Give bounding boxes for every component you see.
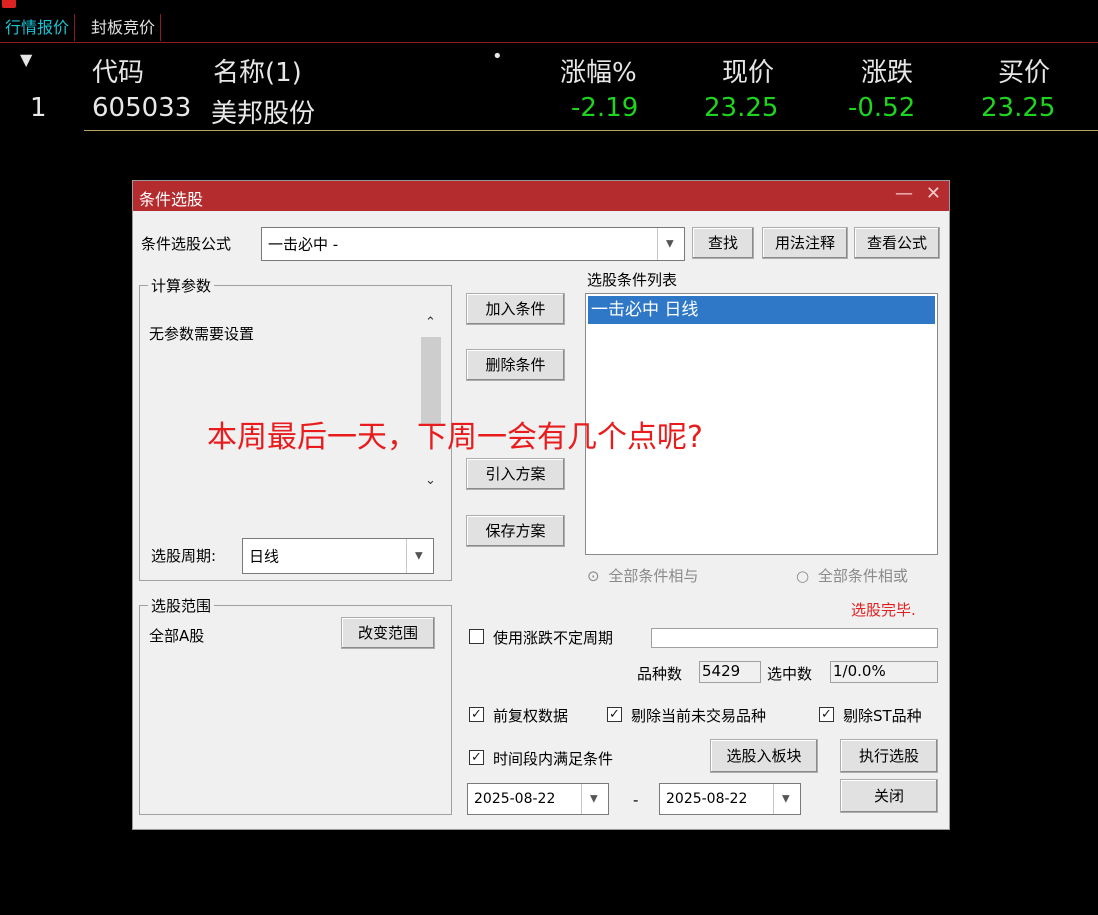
- col-header-change[interactable]: 涨跌: [861, 52, 913, 89]
- chevron-down-icon[interactable]: ▼: [406, 539, 433, 573]
- radio-all-or[interactable]: ○ 全部条件相或: [796, 565, 908, 586]
- radio-all-and[interactable]: ⊙ 全部条件相与: [587, 565, 698, 586]
- status-text: 选股完毕.: [851, 601, 916, 619]
- scroll-down-icon[interactable]: ⌄: [425, 473, 436, 488]
- find-button[interactable]: 查找: [692, 227, 754, 259]
- radio-all-or-label: 全部条件相或: [817, 567, 908, 585]
- variable-period-checkbox[interactable]: [469, 629, 484, 644]
- scope-group-title: 选股范围: [148, 595, 215, 616]
- delete-condition-button[interactable]: 删除条件: [466, 349, 565, 381]
- exclude-st-label: 剔除ST品种: [843, 707, 922, 725]
- dialog-title-bar[interactable]: 条件选股 — ✕: [133, 181, 949, 211]
- selected-count-label: 选中数: [767, 665, 813, 683]
- usage-notes-button[interactable]: 用法注释: [762, 227, 848, 259]
- col-header-bid[interactable]: 买价: [998, 52, 1050, 89]
- params-text: 无参数需要设置: [149, 325, 255, 343]
- variety-count: 5429: [699, 661, 761, 683]
- period-label: 选股周期:: [151, 547, 217, 565]
- change-scope-button[interactable]: 改变范围: [341, 617, 435, 649]
- time-range-label: 时间段内满足条件: [493, 750, 614, 768]
- row-change: -0.52: [848, 93, 916, 123]
- date-to-value: 2025-08-22: [666, 791, 748, 807]
- formula-value: 一击必中 -: [268, 235, 339, 254]
- conditions-list-label: 选股条件列表: [587, 271, 678, 289]
- chevron-down-icon[interactable]: ▼: [581, 784, 608, 814]
- tab-quotes[interactable]: 行情报价: [0, 14, 76, 41]
- add-to-block-button[interactable]: 选股入板块: [710, 739, 818, 773]
- period-value: 日线: [249, 547, 280, 566]
- variable-period-input[interactable]: [651, 628, 938, 648]
- app-logo-icon: [2, 0, 16, 8]
- chevron-down-icon[interactable]: ▼: [657, 228, 684, 260]
- close-button[interactable]: 关闭: [840, 779, 938, 813]
- pre-adjusted-label: 前复权数据: [493, 707, 569, 725]
- save-plan-button[interactable]: 保存方案: [466, 515, 565, 547]
- scroll-up-icon[interactable]: ⌃: [425, 315, 436, 330]
- radio-checked-icon[interactable]: ⊙: [587, 567, 600, 585]
- exclude-non-trading-label: 剔除当前未交易品种: [631, 707, 767, 725]
- date-from-value: 2025-08-22: [474, 791, 556, 807]
- sort-down-icon[interactable]: ▼: [20, 50, 32, 69]
- params-group-title: 计算参数: [148, 275, 215, 296]
- condition-item-selected[interactable]: 一击必中 日线: [588, 296, 935, 324]
- params-scrollbar[interactable]: ⌃ ⌄: [420, 311, 442, 497]
- row-bid: 23.25: [981, 93, 1056, 123]
- row-change-pct: -2.19: [571, 93, 639, 123]
- col-header-dot: •: [492, 46, 503, 67]
- exclude-non-trading-checkbox[interactable]: ✓: [607, 707, 622, 722]
- row-name[interactable]: 美邦股份: [211, 93, 315, 130]
- minimize-icon[interactable]: —: [895, 183, 913, 204]
- formula-select[interactable]: 一击必中 - ▼: [261, 227, 685, 261]
- formula-label: 条件选股公式: [141, 235, 232, 253]
- radio-all-and-label: 全部条件相与: [608, 567, 699, 585]
- condition-stock-picker-dialog: 条件选股 — ✕ 条件选股公式 一击必中 - ▼ 查找 用法注释 查看公式 计算…: [132, 180, 950, 830]
- overlay-annotation: 本周最后一天，下周一会有几个点呢?: [207, 420, 703, 455]
- top-menu-strip: [0, 0, 1098, 12]
- col-header-price[interactable]: 现价: [722, 52, 774, 89]
- tab-limit-auction[interactable]: 封板竞价: [86, 14, 162, 41]
- variable-period-label: 使用涨跌不定周期: [493, 629, 614, 647]
- row-index: 1: [30, 93, 47, 123]
- add-condition-button[interactable]: 加入条件: [466, 293, 565, 325]
- col-header-change-pct[interactable]: 涨幅%: [560, 52, 637, 89]
- date-separator: -: [633, 791, 639, 809]
- view-formula-button[interactable]: 查看公式: [854, 227, 940, 259]
- radio-unchecked-icon[interactable]: ○: [796, 567, 809, 585]
- dialog-title: 条件选股: [139, 190, 204, 209]
- time-range-checkbox[interactable]: ✓: [469, 750, 484, 765]
- pre-adjusted-checkbox[interactable]: ✓: [469, 707, 484, 722]
- row-selection-underline: [84, 130, 1098, 131]
- execute-selection-button[interactable]: 执行选股: [840, 739, 938, 773]
- scope-value: 全部A股: [149, 627, 205, 645]
- row-code[interactable]: 605033: [92, 93, 191, 123]
- import-plan-button[interactable]: 引入方案: [466, 458, 565, 490]
- col-header-name[interactable]: 名称(1): [213, 52, 302, 89]
- variety-count-label: 品种数: [637, 665, 683, 683]
- date-from-picker[interactable]: 2025-08-22 ▼: [467, 783, 609, 815]
- tab-bar: 行情报价 封板竞价: [0, 12, 1098, 43]
- col-header-code[interactable]: 代码: [92, 52, 144, 89]
- date-to-picker[interactable]: 2025-08-22 ▼: [659, 783, 801, 815]
- row-price: 23.25: [704, 93, 779, 123]
- selected-count: 1/0.0%: [830, 661, 938, 683]
- period-select[interactable]: 日线 ▼: [242, 538, 434, 574]
- exclude-st-checkbox[interactable]: ✓: [819, 707, 834, 722]
- close-icon[interactable]: ✕: [926, 183, 941, 204]
- chevron-down-icon[interactable]: ▼: [773, 784, 800, 814]
